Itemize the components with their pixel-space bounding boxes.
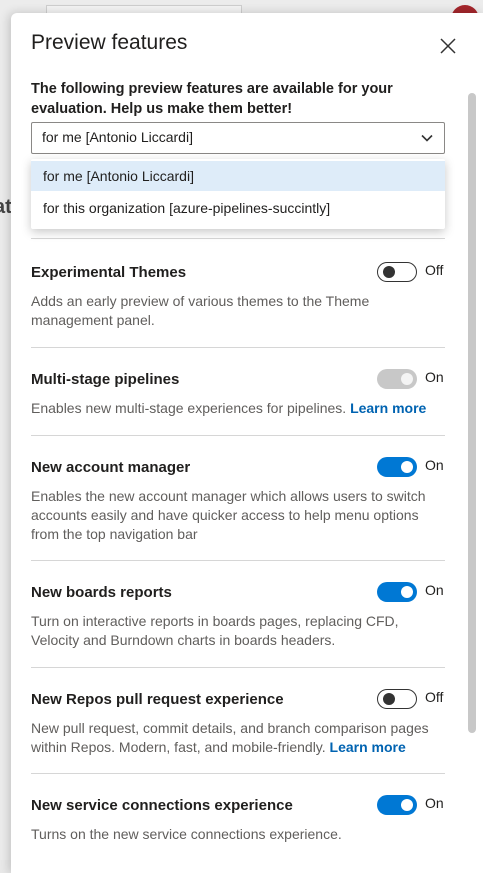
scope-dropdown[interactable]: for me [Antonio Liccardi] (31, 122, 445, 154)
feature-name: Multi-stage pipelines (31, 371, 180, 388)
scrollbar-thumb[interactable] (468, 93, 476, 733)
toggle-knob (383, 265, 395, 278)
toggle-knob (401, 373, 413, 385)
feature-name: New boards reports (31, 584, 172, 601)
panel-intro-text: The following preview features are avail… (31, 81, 393, 117)
feature-description: Enables the new account manager which al… (31, 487, 431, 544)
dropdown-option-label: for this organization [azure-pipelines-s… (43, 200, 331, 216)
feature-toggle[interactable] (377, 582, 417, 602)
feature-toggle[interactable] (377, 689, 417, 709)
toggle-state-label: On (425, 369, 444, 385)
divider (31, 435, 445, 436)
feature-toggle[interactable] (377, 795, 417, 815)
learn-more-link[interactable]: Learn more (330, 739, 406, 755)
panel-scrollbar[interactable] (466, 79, 478, 873)
preview-features-panel: Preview features The following preview f… (11, 13, 483, 873)
dropdown-option-me[interactable]: for me [Antonio Liccardi] (31, 161, 445, 191)
feature-description-text: Turn on interactive reports in boards pa… (31, 613, 399, 648)
scope-dropdown-value: for me [Antonio Liccardi] (42, 129, 193, 145)
divider (31, 560, 445, 561)
toggle-state-label: On (425, 795, 444, 811)
feature-toggle[interactable] (377, 457, 417, 477)
feature-description-text: Adds an early preview of various themes … (31, 293, 370, 328)
feature-name: New Repos pull request experience (31, 691, 284, 708)
feature-description: Enables new multi-stage experiences for … (31, 399, 431, 418)
toggle-state-label: On (425, 582, 444, 598)
divider (31, 667, 445, 668)
divider (31, 773, 445, 774)
close-icon[interactable] (437, 35, 459, 57)
toggle-state-label: On (425, 457, 444, 473)
dropdown-option-label: for me [Antonio Liccardi] (43, 168, 194, 184)
divider (31, 347, 445, 348)
feature-description-text: Turns on the new service connections exp… (31, 826, 342, 842)
feature-name: Experimental Themes (31, 264, 187, 281)
feature-description: Turns on the new service connections exp… (31, 825, 431, 844)
scope-dropdown-menu: for me [Antonio Liccardi] for this organ… (31, 159, 445, 229)
feature-toggle (377, 369, 417, 389)
feature-toggle[interactable] (377, 262, 417, 282)
feature-description: Turn on interactive reports in boards pa… (31, 612, 431, 650)
feature-description-text: Enables the new account manager which al… (31, 488, 426, 542)
feature-description: Adds an early preview of various themes … (31, 292, 431, 330)
chevron-down-icon (420, 131, 434, 145)
feature-name: New service connections experience (31, 797, 293, 814)
feature-description-text: Enables new multi-stage experiences for … (31, 400, 347, 416)
feature-description: New pull request, commit details, and br… (31, 719, 431, 757)
toggle-state-label: Off (425, 689, 444, 705)
feature-name: New account manager (31, 459, 191, 476)
toggle-state-label: Off (425, 262, 444, 278)
toggle-knob (401, 799, 413, 811)
learn-more-link[interactable]: Learn more (350, 400, 426, 416)
toggle-knob (401, 461, 413, 473)
toggle-knob (383, 692, 395, 705)
dropdown-option-organization[interactable]: for this organization [azure-pipelines-s… (31, 193, 445, 223)
toggle-knob (401, 586, 413, 598)
panel-title: Preview features (31, 31, 188, 54)
divider (31, 238, 445, 239)
